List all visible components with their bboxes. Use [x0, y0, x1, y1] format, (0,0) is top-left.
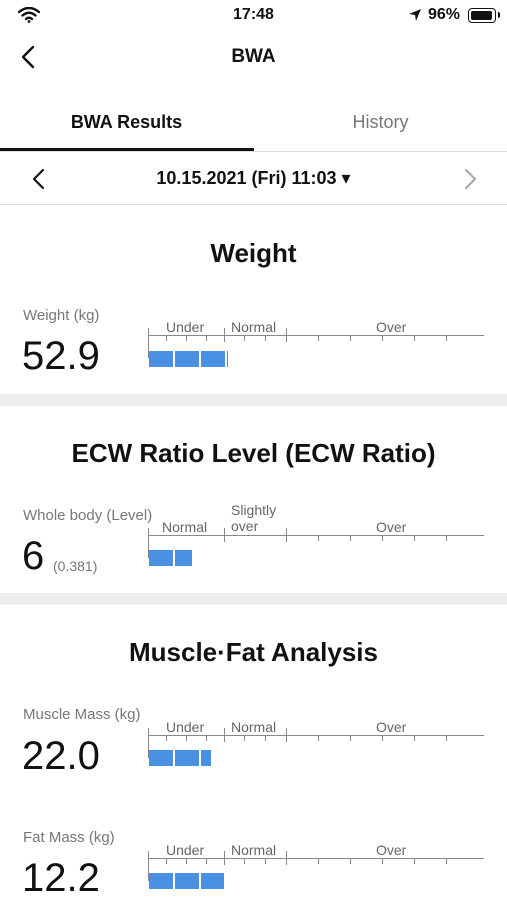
status-bar: 17:48 96%	[0, 0, 507, 34]
zone-label-over: Over	[376, 719, 407, 735]
muscle-mass-value-bar	[149, 750, 211, 766]
range-tick	[265, 858, 266, 864]
chevron-right-icon	[464, 168, 477, 190]
range-tick	[414, 335, 415, 341]
next-date-button[interactable]	[459, 166, 481, 192]
range-tick	[244, 858, 245, 864]
section-separator	[0, 394, 507, 406]
fat-mass-range-chart: Under Normal Over	[148, 841, 484, 900]
range-tick	[350, 335, 351, 341]
range-tick	[350, 735, 351, 741]
zone-label-normal: Normal	[231, 319, 277, 335]
section-separator	[0, 593, 507, 605]
range-tick	[318, 735, 319, 741]
range-axis	[148, 535, 484, 536]
fat-mass-value-bar	[149, 873, 224, 889]
range-axis	[148, 335, 484, 336]
range-tick	[166, 735, 167, 741]
range-tick	[244, 735, 245, 741]
muscle-mass-range-chart: Under Normal Over	[148, 718, 484, 778]
zone-label-normal: Normal	[231, 719, 277, 735]
range-tick	[224, 528, 225, 542]
zone-label-normal: Normal	[162, 519, 208, 535]
zone-label-over: Over	[376, 519, 407, 535]
weight-section-title: Weight	[210, 238, 297, 268]
weight-label: Weight (kg)	[23, 307, 100, 324]
range-tick	[186, 335, 187, 341]
range-tick	[446, 535, 447, 541]
date-divider	[0, 204, 507, 205]
zone-label-under: Under	[166, 842, 205, 858]
muscle-mass-value: 22.0	[22, 734, 100, 778]
range-tick	[414, 735, 415, 741]
range-tick	[265, 335, 266, 341]
tab-divider	[0, 151, 507, 152]
range-tick	[382, 858, 383, 864]
range-tick	[382, 535, 383, 541]
zone-label-over: Over	[376, 842, 407, 858]
ecw-value-bar	[149, 550, 192, 566]
weight-range-chart: Under Normal Over	[148, 318, 484, 378]
range-tick	[446, 735, 447, 741]
range-tick	[224, 851, 225, 865]
range-tick	[265, 735, 266, 741]
muscle-mass-label: Muscle Mass (kg)	[23, 706, 141, 723]
range-tick	[244, 335, 245, 341]
range-tick	[382, 335, 383, 341]
range-tick	[286, 528, 287, 542]
range-tick	[414, 858, 415, 864]
range-tick	[286, 728, 287, 742]
fat-mass-label: Fat Mass (kg)	[23, 829, 115, 846]
range-tick	[318, 858, 319, 864]
weight-value-bar	[149, 351, 228, 367]
range-tick	[350, 535, 351, 541]
date-dropdown[interactable]: 10.15.2021 (Fri) 11:03 ▾	[0, 168, 507, 189]
location-arrow-icon	[408, 8, 422, 27]
range-tick	[186, 858, 187, 864]
ecw-label: Whole body (Level)	[23, 507, 153, 524]
range-tick	[166, 858, 167, 864]
zone-label-under: Under	[166, 719, 205, 735]
range-axis	[148, 858, 484, 859]
range-tick	[446, 335, 447, 341]
range-tick	[318, 335, 319, 341]
range-axis	[148, 735, 484, 736]
battery-percentage: 96%	[428, 6, 461, 23]
range-tick	[166, 335, 167, 341]
range-tick	[206, 735, 207, 741]
range-tick	[382, 735, 383, 741]
ecw-ratio-value: (0.381)	[53, 558, 98, 574]
zone-label-normal: Normal	[231, 842, 277, 858]
ecw-value: 6	[22, 534, 45, 578]
zone-label-under: Under	[166, 319, 205, 335]
range-tick	[224, 728, 225, 742]
range-tick	[350, 858, 351, 864]
muscle-fat-section-title: Muscle·Fat Analysis	[128, 637, 378, 667]
range-tick	[224, 328, 225, 342]
range-tick	[446, 858, 447, 864]
ecw-section-title: ECW Ratio Level (ECW Ratio)	[71, 438, 436, 468]
range-tick	[286, 851, 287, 865]
range-tick	[318, 535, 319, 541]
weight-value: 52.9	[22, 334, 100, 378]
range-tick	[186, 735, 187, 741]
ecw-range-chart: Normal Slightly over Over	[148, 500, 484, 578]
fat-mass-value: 12.2	[22, 856, 100, 900]
tab-bwa-results[interactable]: BWA Results	[0, 112, 253, 133]
range-tick	[206, 335, 207, 341]
zone-label-slightly-over: Slightly over	[231, 502, 277, 534]
tab-history[interactable]: History	[254, 112, 507, 133]
battery-icon	[468, 8, 496, 23]
zone-label-over: Over	[376, 319, 407, 335]
page-title: BWA	[231, 46, 276, 67]
range-tick	[414, 535, 415, 541]
range-tick	[286, 328, 287, 342]
range-tick	[206, 858, 207, 864]
